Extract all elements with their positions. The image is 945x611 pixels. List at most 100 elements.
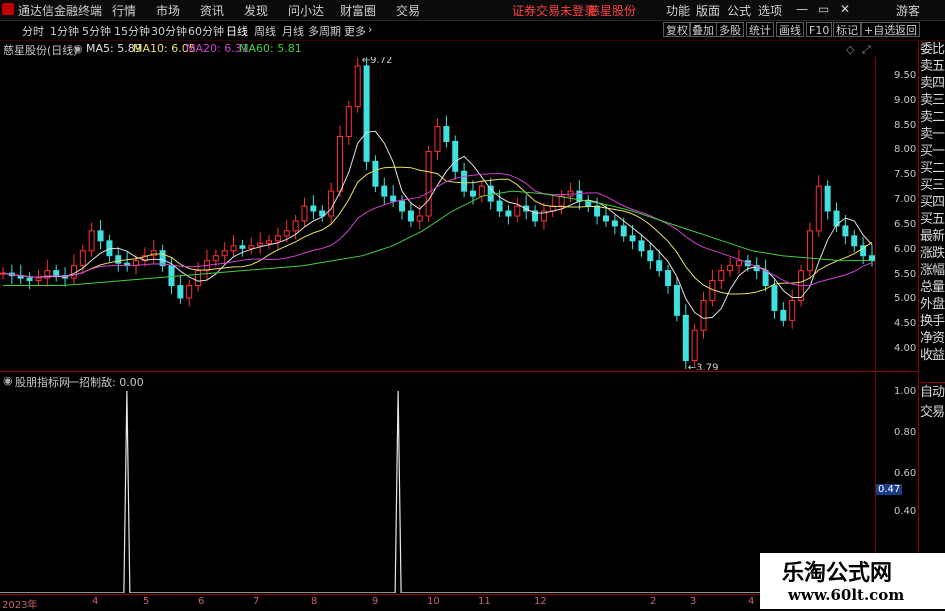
candle-body [26, 277, 33, 282]
sidebar-item: 卖四 [920, 76, 945, 91]
menu-layout[interactable]: 版面 [696, 2, 720, 19]
menu-quotes[interactable]: 行情 [112, 2, 136, 19]
ma-toggle-icon[interactable]: ◉ [73, 42, 83, 55]
candle-body [665, 270, 672, 287]
menu-bar: 通达信金融终端 行情 市场 资讯 发现 问小达 财富圈 交易 证券交易未登录 慈… [0, 0, 945, 21]
restore-button[interactable]: ▭ [818, 2, 829, 16]
menu-ask[interactable]: 问小达 [288, 2, 324, 19]
menu-wealth[interactable]: 财富圈 [340, 2, 376, 19]
stock-name-top: 慈星股份 [588, 4, 637, 18]
panel-divider [0, 371, 919, 372]
candle-body [159, 250, 166, 267]
x-tick: 11 [478, 596, 491, 607]
period-monthly[interactable]: 月线 [282, 23, 304, 39]
adjust-button[interactable]: 复权 [663, 22, 691, 37]
stats-button[interactable]: 统计 [746, 22, 774, 37]
settings-icon[interactable]: ◇ [846, 43, 854, 56]
indicator-tick: 1.00 [894, 386, 917, 397]
period-15min[interactable]: 15分钟 [114, 23, 150, 39]
sidebar-item: 买一 [920, 144, 945, 159]
candle-body [505, 210, 512, 217]
back-button[interactable]: 返回 [892, 22, 920, 37]
indicator-tick: 0.60 [894, 468, 917, 479]
menu-trade[interactable]: 交易 [396, 2, 420, 19]
period-toolbar: 分时 1分钟 5分钟 15分钟 30分钟 60分钟 日线 周线 月线 多周期 更… [0, 21, 945, 41]
indicator-chart[interactable] [0, 388, 875, 593]
candle-body [292, 220, 299, 232]
sidebar-item: 卖五 [920, 59, 945, 74]
candle-body [469, 190, 476, 197]
stock-title: 慈星股份(日线) [3, 44, 78, 57]
candle-body [824, 185, 831, 212]
price-tick: 7.00 [894, 194, 917, 206]
price-tick: 6.50 [894, 218, 917, 230]
candle-body [425, 150, 432, 217]
price-tick: 5.50 [894, 268, 917, 280]
app-title: 通达信金融终端 [18, 4, 103, 18]
x-tick: 10 [427, 596, 440, 607]
sidebar-item: 涨跌 [920, 246, 945, 261]
menu-formula[interactable]: 公式 [727, 2, 751, 19]
period-more[interactable]: 更多 [344, 23, 366, 39]
menu-news[interactable]: 资讯 [200, 2, 224, 19]
candle-body [168, 265, 175, 287]
period-weekly[interactable]: 周线 [254, 23, 276, 39]
period-5min[interactable]: 5分钟 [82, 23, 111, 39]
login-notice[interactable]: 证券交易未登录 [512, 2, 596, 19]
maximize-panel-icon[interactable]: ⤢ [862, 43, 871, 57]
menu-options[interactable]: 选项 [758, 2, 782, 19]
candle-body [407, 210, 414, 222]
period-intraday[interactable]: 分时 [22, 23, 44, 39]
candle-body [248, 245, 255, 249]
x-tick: 6 [198, 596, 205, 607]
watermark-title: 乐淘公式网 [782, 561, 893, 586]
candle-body [594, 205, 601, 217]
sidebar-item: 买四 [920, 195, 945, 210]
sidebar-item: 卖二 [920, 110, 945, 125]
period-30min[interactable]: 30分钟 [151, 23, 187, 39]
menu-discover[interactable]: 发现 [244, 2, 268, 19]
user-label[interactable]: 游客 [896, 2, 920, 19]
candle-body [35, 277, 42, 282]
price-chart[interactable]: ←9.72←3.79减 [0, 57, 875, 370]
candle-body [691, 329, 698, 362]
indicator-toggle-icon[interactable]: ◉ [3, 374, 13, 387]
period-60min[interactable]: 60分钟 [188, 23, 224, 39]
chevron-right-icon[interactable]: › [368, 23, 372, 36]
sidebar-item: 买二 [920, 161, 945, 176]
menu-function[interactable]: 功能 [666, 2, 690, 19]
candle-body [771, 285, 778, 311]
watermark-url: www.60lt.com [788, 586, 905, 604]
sidebar-item[interactable]: 自动交易 [920, 382, 945, 423]
x-tick: 5 [143, 596, 150, 607]
candle-body [221, 250, 228, 257]
minimize-button[interactable]: — [796, 2, 808, 16]
candle-body [682, 314, 689, 362]
sidebar-item: 涨幅 [920, 263, 945, 278]
x-tick: 2 [650, 596, 657, 607]
candle-body [656, 260, 663, 272]
period-daily[interactable]: 日线 [226, 23, 248, 39]
mark-button[interactable]: 标记 [833, 22, 861, 37]
candle-body [70, 265, 77, 279]
price-tick: 7.50 [894, 169, 917, 181]
period-multi[interactable]: 多周期 [308, 23, 341, 39]
overlay-button[interactable]: 叠加 [689, 22, 717, 37]
candle-body [363, 65, 370, 162]
close-button[interactable]: ✕ [840, 2, 850, 16]
period-1min[interactable]: 1分钟 [50, 23, 79, 39]
price-tick: 9.00 [894, 94, 917, 106]
candle-body [629, 235, 636, 242]
f10-button[interactable]: F10 [806, 22, 833, 37]
candle-body [310, 205, 317, 212]
candle-body [620, 225, 627, 237]
candle-body [239, 245, 246, 249]
candle-body [115, 255, 122, 264]
menu-market[interactable]: 市场 [156, 2, 180, 19]
multi-stock-button[interactable]: 多股 [716, 22, 744, 37]
sidebar-item: 买三 [920, 178, 945, 193]
candle-body [452, 140, 459, 172]
candle-body [328, 190, 335, 217]
indicator-tick: 0.40 [894, 506, 917, 517]
draw-button[interactable]: 画线 [776, 22, 804, 37]
